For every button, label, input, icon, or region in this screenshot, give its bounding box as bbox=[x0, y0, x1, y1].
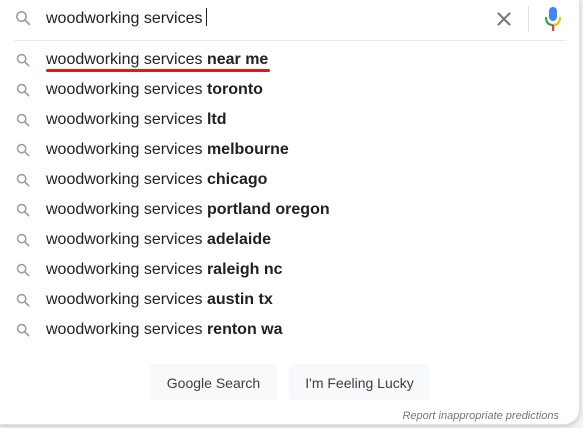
search-icon bbox=[15, 52, 31, 68]
suggestion-prefix: woodworking services bbox=[46, 171, 207, 188]
suggestion-completion: portland oregon bbox=[206, 201, 330, 218]
report-predictions-link[interactable]: Report inappropriate predictions bbox=[402, 410, 559, 422]
suggestion-text: woodworking services ltd bbox=[46, 110, 227, 130]
suggestion-prefix: woodworking services bbox=[46, 111, 207, 128]
suggestion-item[interactable]: woodworking services melbourne bbox=[0, 135, 580, 165]
search-icon bbox=[15, 172, 31, 188]
suggestion-item[interactable]: woodworking services austin tx bbox=[0, 285, 580, 315]
suggestion-item[interactable]: woodworking services portland oregon bbox=[0, 195, 580, 225]
microphone-icon bbox=[544, 7, 562, 31]
suggestion-completion: ltd bbox=[206, 111, 227, 128]
feeling-lucky-button[interactable]: I'm Feeling Lucky bbox=[289, 364, 430, 400]
google-search-button[interactable]: Google Search bbox=[150, 364, 277, 400]
voice-search-button[interactable] bbox=[543, 5, 563, 33]
red-underline-annotation bbox=[46, 69, 270, 72]
suggestion-text: woodworking services adelaide bbox=[46, 230, 271, 250]
clear-search-button[interactable] bbox=[493, 8, 515, 30]
suggestion-item[interactable]: woodworking services raleigh nc bbox=[0, 255, 580, 285]
search-query-text: woodworking services bbox=[46, 10, 203, 27]
search-icon bbox=[14, 9, 32, 27]
search-icon bbox=[15, 262, 31, 278]
search-dropdown-divider bbox=[14, 40, 566, 41]
suggestion-completion: adelaide bbox=[206, 231, 271, 248]
suggestion-completion: chicago bbox=[206, 171, 268, 188]
suggestion-text: woodworking services melbourne bbox=[46, 140, 289, 160]
search-input[interactable]: woodworking services bbox=[46, 8, 207, 29]
suggestion-completion: renton wa bbox=[206, 321, 283, 338]
search-box-divider bbox=[528, 6, 529, 32]
search-icon bbox=[15, 112, 31, 128]
suggestion-text: woodworking services austin tx bbox=[46, 290, 273, 310]
search-icon bbox=[15, 232, 31, 248]
suggestion-completion: raleigh nc bbox=[206, 261, 283, 278]
text-caret bbox=[205, 8, 207, 26]
suggestion-completion: toronto bbox=[206, 81, 263, 98]
suggestion-prefix: woodworking services bbox=[46, 81, 207, 98]
suggestion-completion: melbourne bbox=[206, 141, 289, 158]
suggestion-prefix: woodworking services bbox=[46, 201, 207, 218]
search-icon bbox=[15, 142, 31, 158]
suggestion-completion: austin tx bbox=[206, 291, 273, 308]
suggestion-list: woodworking services near me woodworking… bbox=[0, 45, 580, 345]
suggestion-text: woodworking services raleigh nc bbox=[46, 260, 283, 280]
suggestion-item[interactable]: woodworking services chicago bbox=[0, 165, 580, 195]
suggestion-prefix: woodworking services bbox=[46, 231, 207, 248]
suggestion-completion: near me bbox=[206, 51, 269, 68]
suggestion-prefix: woodworking services bbox=[46, 291, 207, 308]
close-icon bbox=[497, 12, 511, 26]
search-autocomplete-panel: woodworking services woodworking service… bbox=[0, 0, 580, 425]
suggestion-item[interactable]: woodworking services renton wa bbox=[0, 315, 580, 345]
suggestion-item[interactable]: woodworking services adelaide bbox=[0, 225, 580, 255]
suggestion-item[interactable]: woodworking services ltd bbox=[0, 105, 580, 135]
suggestion-text: woodworking services chicago bbox=[46, 170, 267, 190]
suggestion-prefix: woodworking services bbox=[46, 321, 207, 338]
search-icon bbox=[15, 292, 31, 308]
suggestion-text: woodworking services portland oregon bbox=[46, 200, 330, 220]
search-box: woodworking services bbox=[0, 0, 580, 38]
suggestion-prefix: woodworking services bbox=[46, 141, 207, 158]
suggestion-item[interactable]: woodworking services near me bbox=[0, 45, 580, 75]
suggestion-text: woodworking services renton wa bbox=[46, 320, 283, 340]
search-icon bbox=[15, 202, 31, 218]
search-icon bbox=[15, 82, 31, 98]
suggestion-prefix: woodworking services bbox=[46, 261, 207, 278]
suggestion-text: woodworking services toronto bbox=[46, 80, 263, 100]
suggestion-prefix: woodworking services bbox=[46, 51, 207, 68]
suggestion-text: woodworking services near me bbox=[46, 50, 268, 70]
search-icon bbox=[15, 322, 31, 338]
suggestion-item[interactable]: woodworking services toronto bbox=[0, 75, 580, 105]
